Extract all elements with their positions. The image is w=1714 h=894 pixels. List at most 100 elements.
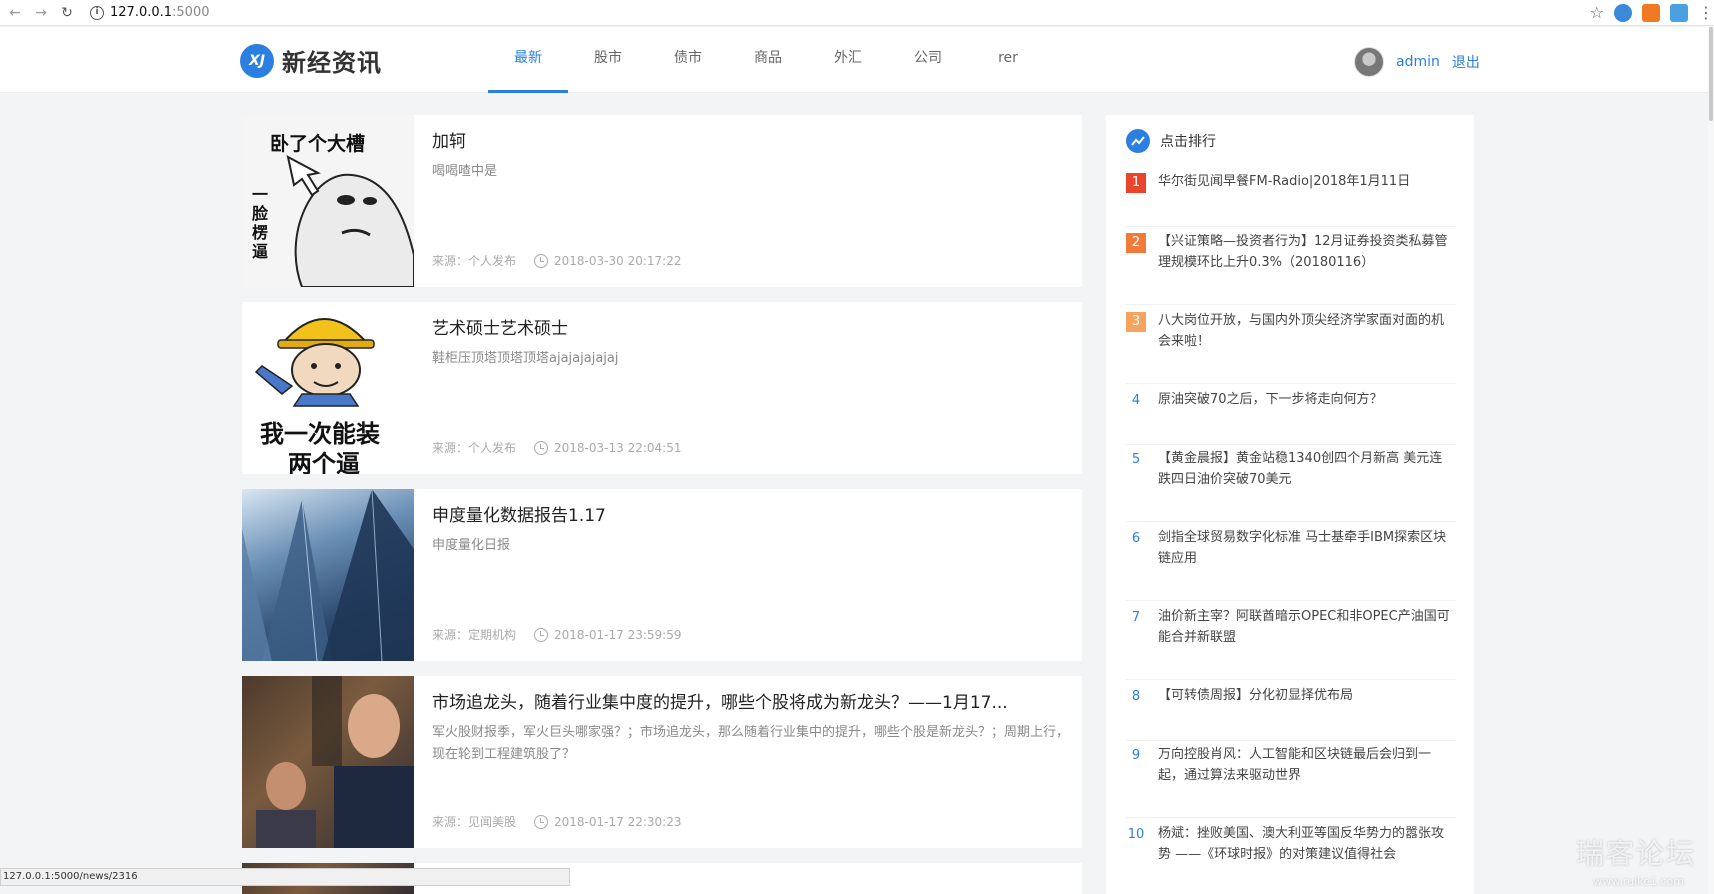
ranking-item[interactable]: 5 【黄金晨报】黄金站稳1340创四个月新高 美元连跌四日油价突破70美元 [1126, 448, 1456, 522]
news-title[interactable]: 艺术硕士艺术硕士 [432, 316, 1062, 342]
ranking-item-title[interactable]: 八大岗位开放，与国内外顶尖经济学家面对面的机会来啦！ [1158, 310, 1454, 383]
browser-toolbar: ← → ↻ i 127.0.0.1:5000 ☆ ⋮ [0, 0, 1714, 26]
url-port: :5000 [172, 5, 210, 20]
forward-icon[interactable]: → [30, 2, 52, 24]
rank-badge: 4 [1131, 393, 1141, 408]
news-item[interactable]: 申度量化数据报告1.17 申度量化日报 来源：定期机构 2018-01-17 2… [242, 489, 1082, 661]
ranking-item[interactable]: 3 八大岗位开放，与国内外顶尖经济学家面对面的机会来啦！ [1126, 310, 1456, 384]
category-nav: 最新 股市 债市 商品 外汇 公司 rer [488, 27, 1048, 93]
news-title[interactable]: 市场追龙头，随着行业集中度的提升，哪些个股将成为新龙头？——1月17... [432, 690, 1062, 716]
avatar[interactable] [1354, 47, 1384, 77]
ranking-item[interactable]: 2 【兴证策略—投资者行为】12月证券投资类私募管理规模环比上升0.3%（201… [1126, 231, 1456, 305]
news-summary: 喝喝喳中是 [432, 164, 498, 179]
ranking-item-title[interactable]: 【黄金晨报】黄金站稳1340创四个月新高 美元连跌四日油价突破70美元 [1158, 448, 1454, 521]
news-title[interactable]: 申度量化数据报告1.17 [432, 503, 1062, 529]
clock-icon [534, 253, 549, 268]
rank-badge: 1 [1126, 173, 1146, 193]
news-title[interactable]: 加轲 [432, 129, 1062, 155]
clock-icon [534, 627, 549, 642]
rank-badge: 8 [1131, 689, 1141, 704]
news-thumbnail[interactable] [242, 489, 414, 661]
ranking-item-title[interactable]: 原油突破70之后，下一步将走向何方？ [1158, 389, 1454, 444]
extension-mail-icon[interactable] [1670, 3, 1688, 22]
news-source: 来源：个人发布 [432, 441, 517, 455]
ranking-item[interactable]: 4 原油突破70之后，下一步将走向何方？ [1126, 389, 1456, 445]
thumb-caption-bottom: 两个逼 [288, 450, 360, 474]
news-body: 艺术硕士艺术硕士 鞋柜压顶塔顶塔顶塔ajajajajajaj 来源：个人发布 2… [414, 302, 1088, 474]
ranking-item[interactable]: 9 万向控股肖风：人工智能和区块链最后会归到一起，通过算法来驱动世界 [1126, 744, 1456, 818]
tab-company[interactable]: 公司 [888, 27, 968, 93]
ranking-item[interactable]: 7 油价新主宰？阿联酋暗示OPEC和非OPEC产油国可能合并新联盟 [1126, 606, 1456, 680]
news-meta: 来源：个人发布 2018-03-13 22:04:51 [432, 439, 681, 456]
news-source: 来源：见闻美股 [432, 815, 517, 829]
ranking-item-title[interactable]: 剑指全球贸易数字化标准 马士基牵手IBM探索区块链应用 [1158, 527, 1454, 600]
meme-face-illustration [286, 155, 414, 287]
news-body: 申度量化数据报告1.17 申度量化日报 来源：定期机构 2018-01-17 2… [414, 489, 1088, 661]
news-source: 来源：定期机构 [432, 628, 517, 642]
people-photo-illustration [256, 676, 414, 848]
trend-chart-icon [1126, 129, 1150, 153]
tab-commodities[interactable]: 商品 [728, 27, 808, 93]
ranking-item-title[interactable]: 【可转债周报】分化初显择优布局 [1158, 685, 1454, 740]
ranking-item[interactable]: 8 【可转债周报】分化初显择优布局 [1126, 685, 1456, 741]
scrollbar-thumb[interactable] [1709, 27, 1713, 121]
watermark-url: www.ruike1.com [1593, 875, 1684, 888]
news-time: 2018-01-17 22:30:23 [554, 814, 682, 829]
clock-icon [534, 814, 549, 829]
news-body: 市场追龙头，随着行业集中度的提升，哪些个股将成为新龙头？——1月17... 军火… [414, 676, 1088, 848]
rank-badge: 3 [1126, 312, 1146, 332]
news-thumbnail[interactable]: 我一次能装 两个逼 [242, 302, 414, 474]
watermark-text: 瑞客论坛 [1575, 837, 1696, 870]
rank-badge: 6 [1131, 531, 1141, 546]
browser-status-url: 127.0.0.1:5000/news/2316 [0, 868, 570, 886]
reload-icon[interactable]: ↻ [56, 2, 78, 24]
extension-rss-icon[interactable] [1642, 3, 1660, 22]
click-ranking-sidebar: 点击排行 1 华尔街见闻早餐FM-Radio|2018年1月11日 2 【兴证策… [1106, 115, 1474, 894]
rank-badge: 10 [1127, 827, 1145, 842]
tab-bonds[interactable]: 债市 [648, 27, 728, 93]
page-scrollbar[interactable] [1708, 27, 1714, 894]
ranking-item-title[interactable]: 杨斌：挫败美国、澳大利亚等国反华势力的嚣张攻势 ——《环球时报》的对策建议值得社… [1158, 823, 1454, 894]
ranking-item[interactable]: 10 杨斌：挫败美国、澳大利亚等国反华势力的嚣张攻势 ——《环球时报》的对策建议… [1126, 823, 1456, 894]
extension-globe-icon[interactable] [1614, 3, 1632, 22]
tab-stocks[interactable]: 股市 [568, 27, 648, 93]
clock-icon [534, 440, 549, 455]
rank-badge: 9 [1131, 748, 1141, 763]
url-host: 127.0.0.1 [110, 5, 173, 20]
news-meta: 来源：个人发布 2018-03-30 20:17:22 [432, 252, 681, 269]
ranking-item-title[interactable]: 油价新主宰？阿联酋暗示OPEC和非OPEC产油国可能合并新联盟 [1158, 606, 1454, 679]
back-icon[interactable]: ← [4, 2, 26, 24]
logout-link[interactable]: 退出 [1452, 52, 1480, 72]
news-item[interactable]: 我一次能装 两个逼 艺术硕士艺术硕士 鞋柜压顶塔顶塔顶塔ajajajajajaj… [242, 302, 1082, 474]
site-logo[interactable]: XJ 新经资讯 [240, 43, 382, 78]
rank-badge: 7 [1131, 610, 1141, 625]
ranking-item[interactable]: 6 剑指全球贸易数字化标准 马士基牵手IBM探索区块链应用 [1126, 527, 1456, 601]
bookmark-star-icon[interactable]: ☆ [1590, 3, 1604, 22]
news-meta: 来源：见闻美股 2018-01-17 22:30:23 [432, 813, 681, 830]
tab-forex[interactable]: 外汇 [808, 27, 888, 93]
sidebar-header: 点击排行 [1106, 115, 1474, 167]
site-header: XJ 新经资讯 最新 股市 债市 商品 外汇 公司 rer admin 退出 [0, 27, 1714, 93]
address-bar[interactable]: i 127.0.0.1:5000 [90, 5, 210, 20]
tab-latest[interactable]: 最新 [488, 27, 568, 93]
news-time: 2018-03-13 22:04:51 [554, 440, 682, 455]
tab-rer[interactable]: rer [968, 27, 1048, 93]
browser-menu-icon[interactable]: ⋮ [1698, 3, 1714, 22]
logo-mark-icon: XJ [240, 43, 274, 78]
news-item[interactable]: 市场追龙头，随着行业集中度的提升，哪些个股将成为新龙头？——1月17... 军火… [242, 676, 1082, 848]
news-time: 2018-03-30 20:17:22 [554, 253, 682, 268]
logo-text: 新经资讯 [282, 48, 382, 77]
ranking-item[interactable]: 1 华尔街见闻早餐FM-Radio|2018年1月11日 [1126, 171, 1456, 227]
skyscraper-illustration [242, 489, 414, 661]
news-thumbnail[interactable]: 卧了个大槽 一脸楞逼 [242, 115, 414, 287]
ranking-item-title[interactable]: 万向控股肖风：人工智能和区块链最后会归到一起，通过算法来驱动世界 [1158, 744, 1454, 817]
news-source: 来源：个人发布 [432, 254, 517, 268]
ranking-item-title[interactable]: 华尔街见闻早餐FM-Radio|2018年1月11日 [1158, 171, 1454, 226]
info-icon[interactable]: i [90, 5, 104, 20]
ranking-item-title[interactable]: 【兴证策略—投资者行为】12月证券投资类私募管理规模环比上升0.3%（20180… [1158, 231, 1454, 304]
rank-badge: 5 [1131, 452, 1141, 467]
news-summary: 申度量化日报 [432, 538, 511, 553]
news-thumbnail[interactable] [242, 676, 414, 848]
username-link[interactable]: admin [1396, 54, 1440, 70]
news-item[interactable]: 卧了个大槽 一脸楞逼 加轲 喝喝喳中是 来源：个人发布 2018-03-30 2… [242, 115, 1082, 287]
